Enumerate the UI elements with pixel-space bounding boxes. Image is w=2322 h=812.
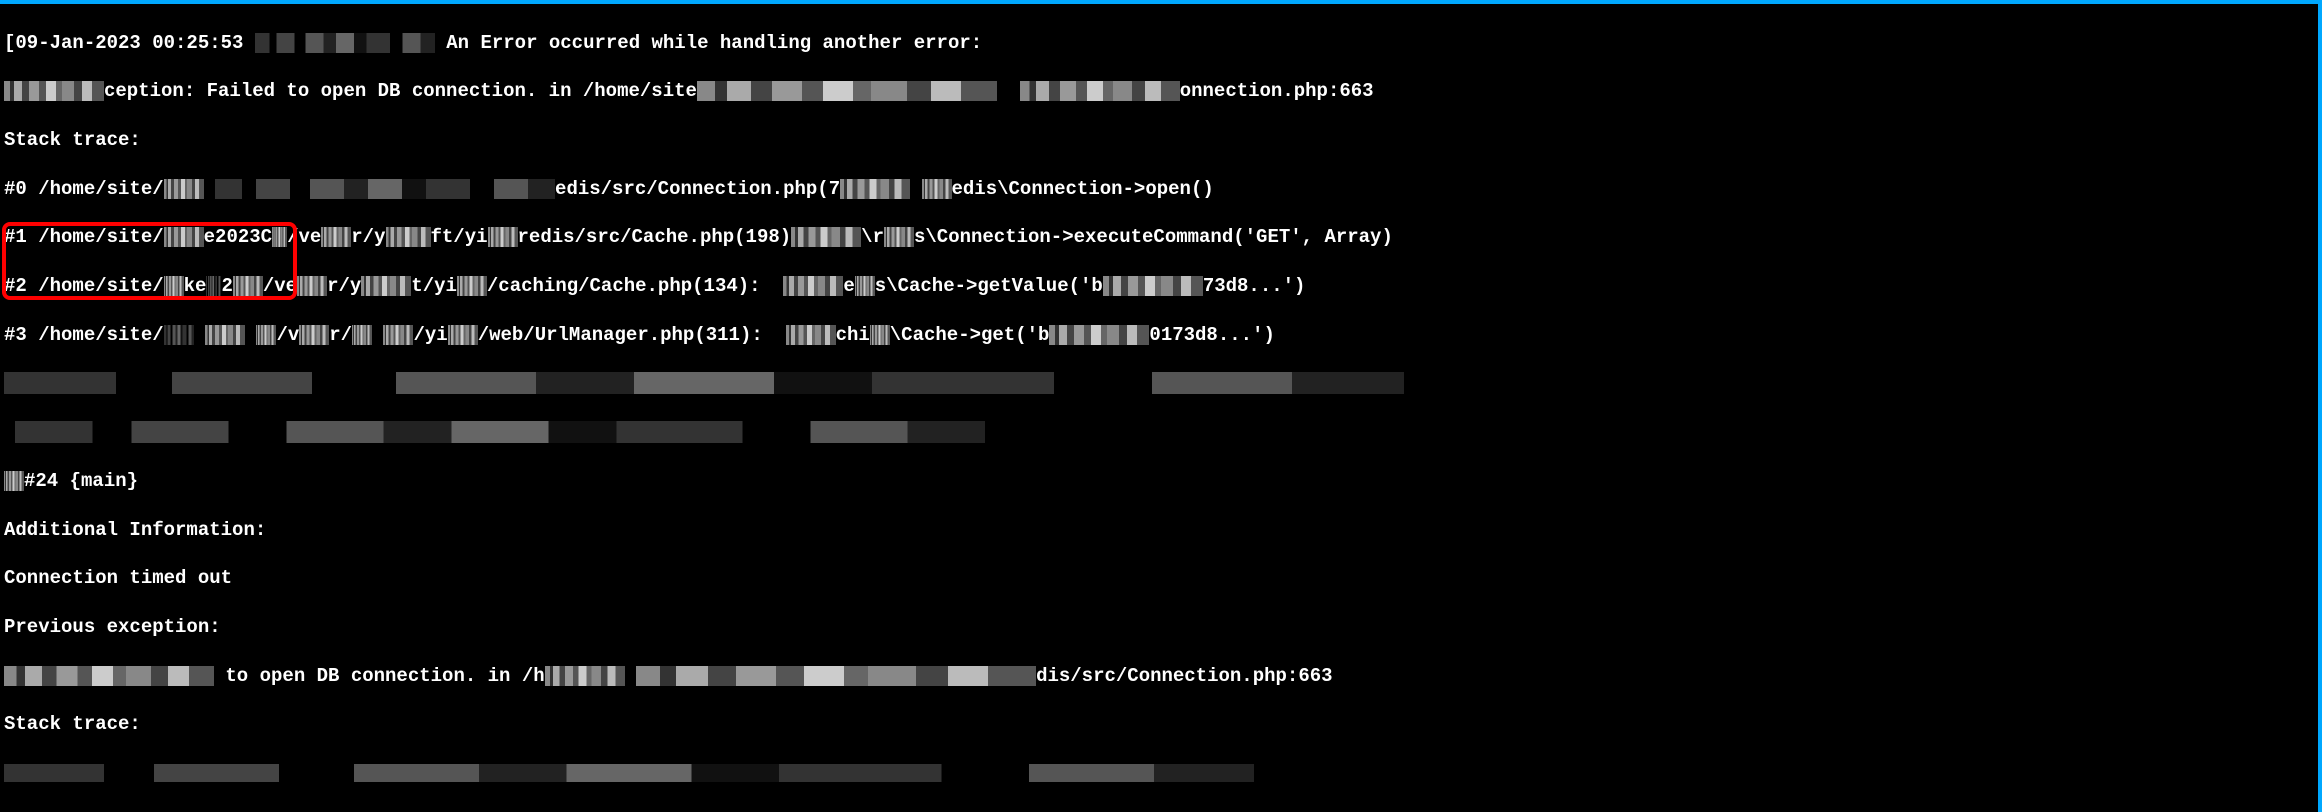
redacted-segment <box>321 227 351 247</box>
redacted-segment <box>256 325 276 345</box>
redacted-segment <box>297 276 327 296</box>
additional-info-line: Additional Information: <box>4 518 2314 542</box>
redacted-line-2 <box>4 420 2314 444</box>
redacted-segment <box>352 325 372 345</box>
redacted-segment <box>840 179 910 199</box>
redacted-segment <box>299 325 329 345</box>
redacted-line <box>4 372 2314 396</box>
redacted-segment <box>383 325 413 345</box>
redacted-segment <box>206 276 221 296</box>
stack-frame-1: #1 /home/site/e2023C/ver/yft/yiredis/src… <box>4 225 2314 249</box>
bottom-exception-line: to open DB connection. in /h dis/src/Con… <box>4 664 2314 688</box>
redacted-segment <box>1020 81 1180 101</box>
bottom-redacted-line <box>4 761 2314 785</box>
redacted-segment <box>233 276 263 296</box>
timeout-text: Connection timed out <box>4 567 232 589</box>
redacted-segment <box>457 276 487 296</box>
redacted-segment <box>636 666 1036 686</box>
main-line: #24 {main} <box>4 469 2314 493</box>
redacted-segment <box>4 81 104 101</box>
redacted-segment <box>1049 325 1149 345</box>
stack-frame-2: #2 /home/site/ke2/ver/yt/yi/caching/Cach… <box>4 274 2314 298</box>
redacted-segment <box>4 666 214 686</box>
stack-trace-label: Stack trace: <box>4 129 141 151</box>
stack-frame-0: #0 /home/site/ edis/src/Connection.php(7… <box>4 177 2314 201</box>
timeout-line: Connection timed out <box>4 566 2314 590</box>
stack-frame-3: #3 /home/site/ /vr/ /yi/web/UrlManager.p… <box>4 323 2314 347</box>
redacted-segment <box>164 276 184 296</box>
log-line-exception: ception: Failed to open DB connection. i… <box>4 79 2314 103</box>
redacted-segment <box>884 227 914 247</box>
additional-info-label: Additional Information: <box>4 519 266 541</box>
timestamp: [09-Jan-2023 00:25:53 <box>4 32 243 54</box>
stack-trace-2-label: Stack trace: <box>4 713 141 735</box>
redacted-segment <box>386 227 431 247</box>
error-header: An Error occurred while handling another… <box>446 32 982 54</box>
redacted-segment <box>215 179 555 199</box>
redacted-segment <box>1103 276 1203 296</box>
exception-text: ception: Failed to open DB connection. i… <box>104 80 697 102</box>
redacted-segment <box>448 325 478 345</box>
redacted-segment <box>922 179 952 199</box>
main-text: #24 {main} <box>24 470 138 492</box>
redacted-segment <box>786 325 836 345</box>
redacted-segment <box>15 421 985 443</box>
redacted-segment <box>164 227 204 247</box>
redacted-segment <box>164 179 204 199</box>
redacted-segment <box>272 227 287 247</box>
redacted-segment <box>488 227 518 247</box>
redacted-segment <box>783 276 843 296</box>
redacted-segment <box>791 227 861 247</box>
previous-exception-label: Previous exception: <box>4 616 221 638</box>
redacted-segment <box>205 325 245 345</box>
redacted-segment <box>4 471 24 491</box>
redacted-segment <box>4 372 1404 394</box>
redacted-segment <box>697 81 997 101</box>
terminal-output: [09-Jan-2023 00:25:53 An Error occurred … <box>4 6 2314 810</box>
redacted-segment <box>545 666 625 686</box>
redacted-segment <box>870 325 890 345</box>
redacted-segment <box>855 276 875 296</box>
redacted-segment <box>255 33 435 53</box>
stack-trace-2: Stack trace: <box>4 712 2314 736</box>
redacted-segment <box>4 764 1254 782</box>
redacted-segment <box>164 325 194 345</box>
redacted-segment <box>361 276 411 296</box>
connection-file: onnection.php:663 <box>1180 80 1374 102</box>
previous-exception-line: Previous exception: <box>4 615 2314 639</box>
log-line-timestamp: [09-Jan-2023 00:25:53 An Error occurred … <box>4 31 2314 55</box>
stack-trace-header: Stack trace: <box>4 128 2314 152</box>
